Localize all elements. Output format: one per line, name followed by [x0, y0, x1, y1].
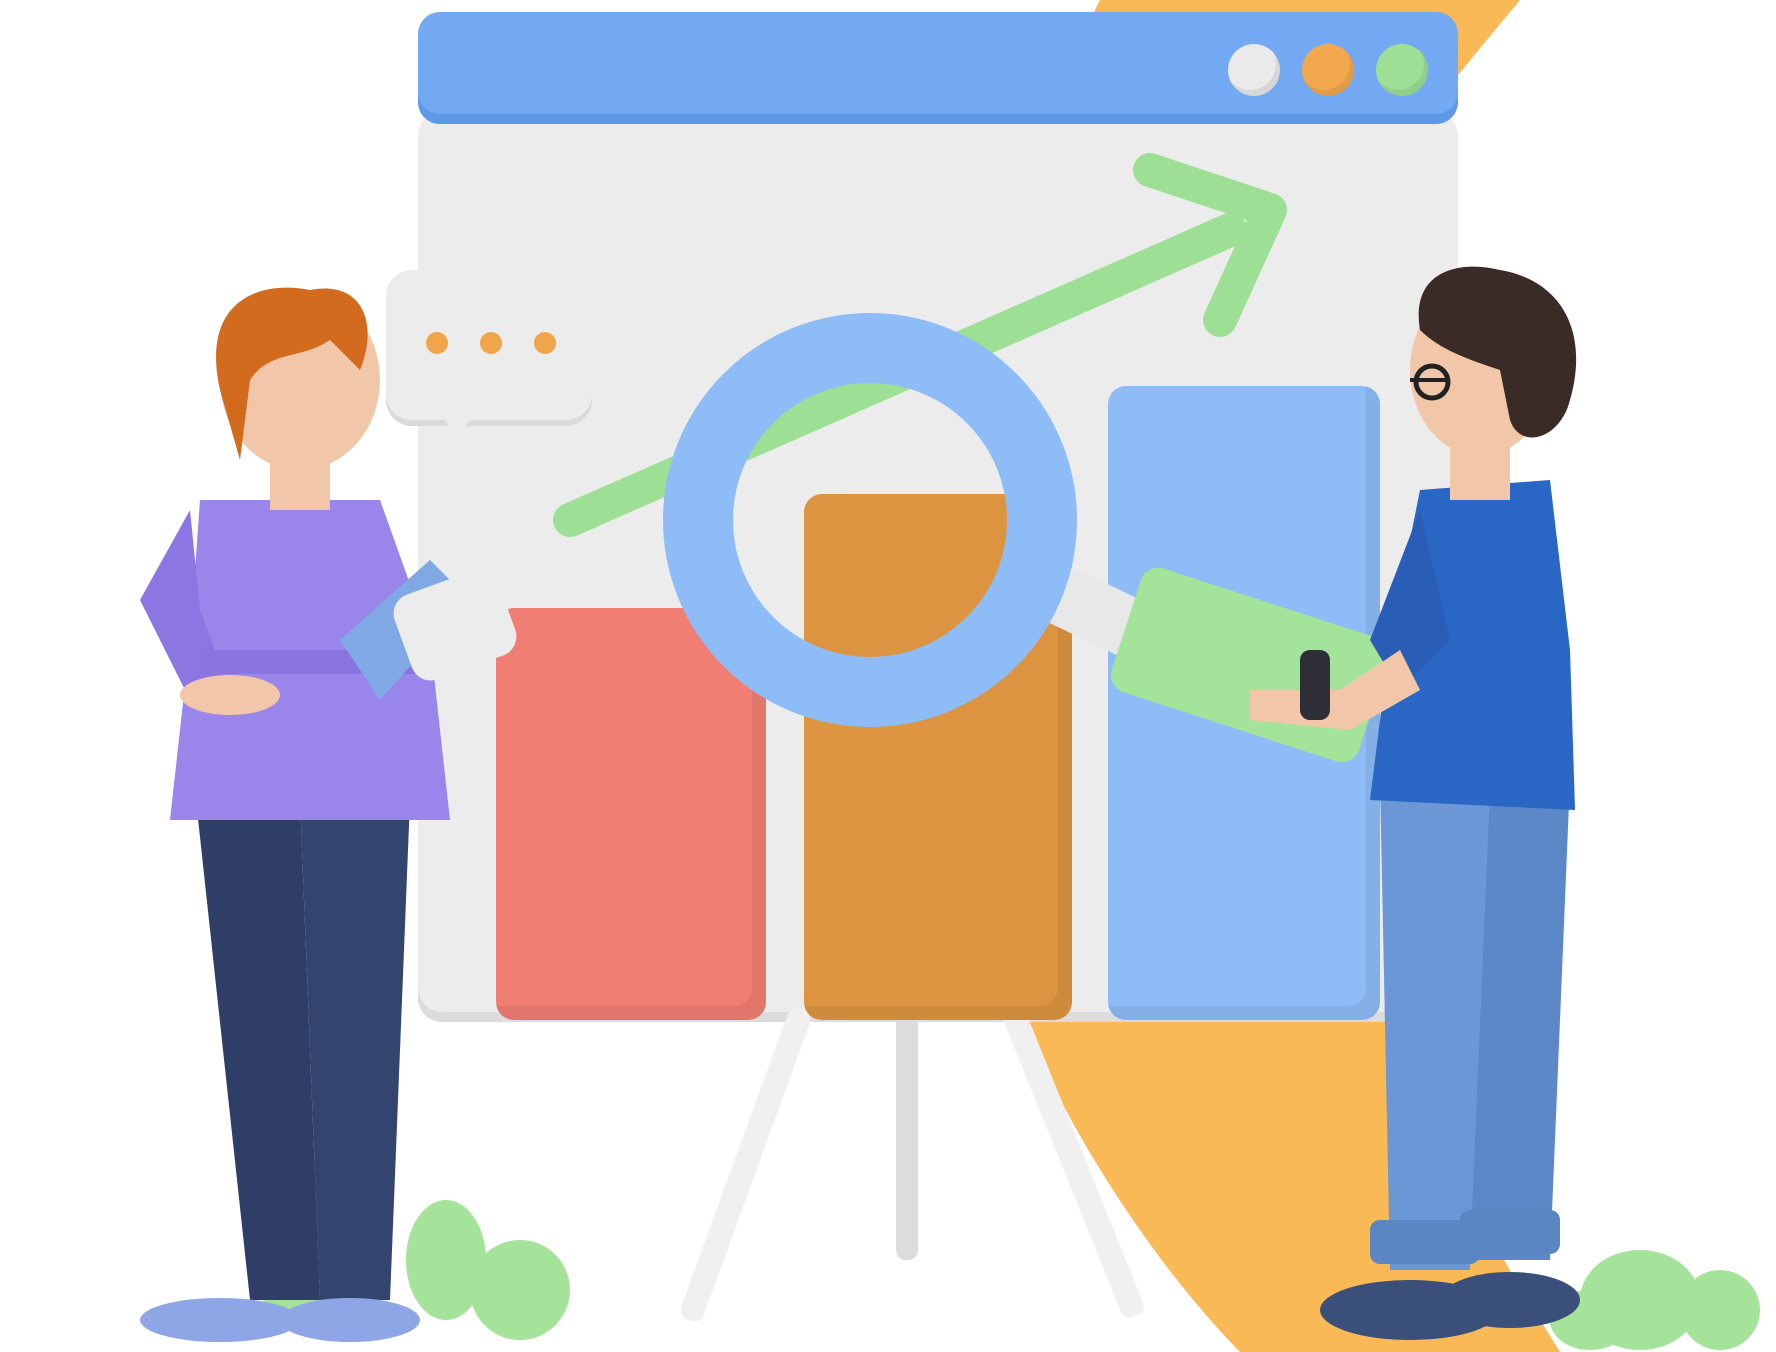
man-figure	[1250, 266, 1580, 1340]
shrub-right	[1550, 1250, 1760, 1350]
figure-layer	[140, 153, 1760, 1350]
illustration-scene	[0, 0, 1776, 1352]
woman-figure	[140, 287, 517, 1342]
